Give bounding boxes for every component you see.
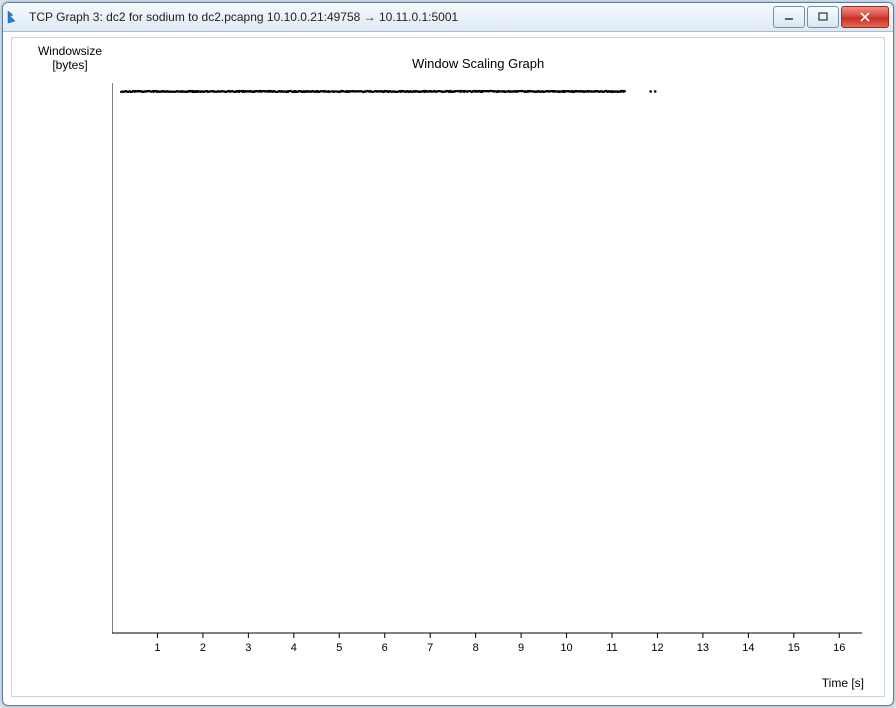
x-tick-label: 12 — [651, 642, 663, 654]
x-tick-label: 13 — [697, 642, 709, 654]
chart-title: Window Scaling Graph — [412, 56, 544, 71]
x-tick-label: 8 — [473, 642, 479, 654]
plot-svg[interactable]: 1000020000300004000050000600001234567891… — [112, 83, 872, 663]
data-series — [120, 90, 656, 93]
x-tick-label: 14 — [742, 642, 754, 654]
x-tick-label: 11 — [606, 642, 617, 654]
x-tick-label: 16 — [833, 642, 845, 654]
x-axis-label: Time [s] — [822, 676, 864, 690]
titlebar[interactable]: TCP Graph 3: dc2 for sodium to dc2.pcapn… — [3, 3, 893, 32]
x-tick-label: 5 — [336, 642, 342, 654]
y-axis-label: Windowsize [bytes] — [30, 44, 110, 73]
x-tick-label: 3 — [245, 642, 251, 654]
data-point-outlier — [649, 90, 652, 93]
x-tick-label: 7 — [427, 642, 433, 654]
app-icon — [7, 9, 23, 25]
x-tick-label: 6 — [382, 642, 388, 654]
close-button[interactable] — [841, 6, 889, 28]
maximize-button[interactable] — [807, 6, 839, 28]
x-tick-label: 9 — [518, 642, 524, 654]
x-tick-label: 15 — [788, 642, 800, 654]
x-tick-label: 2 — [200, 642, 206, 654]
window-controls — [771, 6, 889, 28]
x-tick-label: 10 — [560, 642, 572, 654]
minimize-button[interactable] — [773, 6, 805, 28]
window-title: TCP Graph 3: dc2 for sodium to dc2.pcapn… — [29, 10, 771, 24]
x-tick-label: 4 — [291, 642, 297, 654]
y-axis-label-line1: Windowsize — [38, 44, 102, 58]
app-window: TCP Graph 3: dc2 for sodium to dc2.pcapn… — [2, 2, 894, 706]
x-tick-label: 1 — [154, 642, 160, 654]
chart-area[interactable]: Windowsize [bytes] Window Scaling Graph … — [11, 37, 885, 697]
y-axis-label-line2: [bytes] — [52, 58, 87, 72]
data-point-outlier — [654, 90, 657, 93]
